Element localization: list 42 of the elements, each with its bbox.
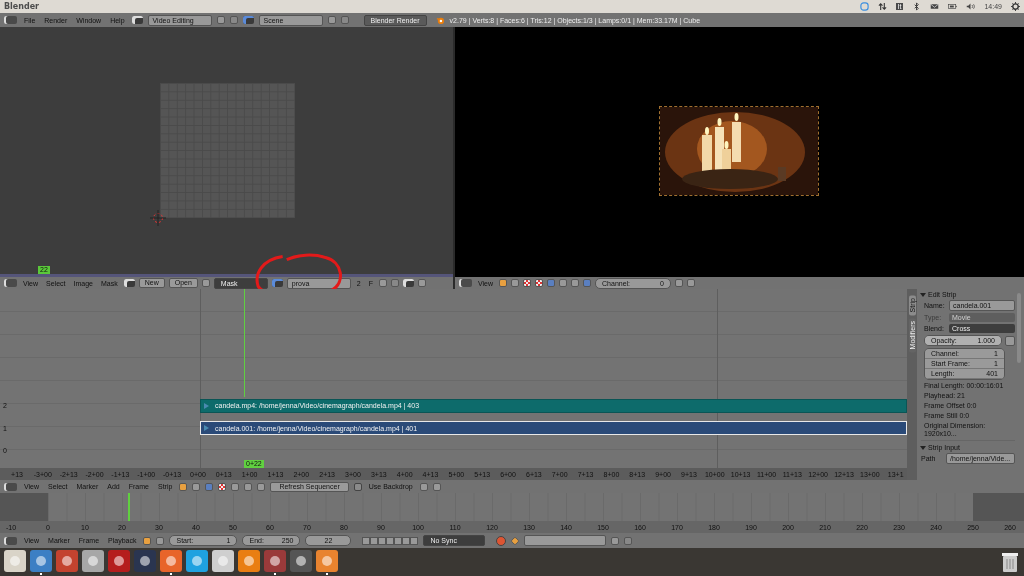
window-title: Blender — [4, 2, 40, 11]
editor-type-icon[interactable] — [459, 279, 472, 287]
app-icon[interactable] — [108, 549, 130, 572]
app-icon[interactable] — [264, 549, 286, 572]
trash-icon[interactable] — [1000, 551, 1020, 573]
mask-browse-icon[interactable] — [271, 279, 283, 287]
crosshair-icon — [150, 210, 166, 226]
scene-icon[interactable] — [242, 16, 254, 24]
editor-type-icon[interactable] — [4, 16, 17, 24]
record-button[interactable] — [496, 535, 507, 546]
app-icon[interactable] — [316, 549, 338, 572]
app-icon[interactable] — [56, 549, 78, 572]
app-icon[interactable] — [82, 549, 104, 572]
battery-icon[interactable] — [948, 2, 958, 11]
image-browse-icon[interactable] — [123, 279, 135, 287]
layout-icon[interactable] — [131, 16, 143, 24]
app-icon[interactable] — [186, 549, 208, 572]
rounded-square-icon[interactable] — [859, 2, 869, 11]
disclosure-icon[interactable] — [920, 445, 926, 450]
app-icon[interactable] — [212, 549, 234, 572]
editor-type-icon[interactable] — [4, 482, 17, 491]
settings-icon[interactable] — [1011, 2, 1020, 11]
app-icon[interactable] — [238, 549, 260, 572]
out-of-range-region — [0, 493, 48, 521]
disclosure-icon[interactable] — [920, 292, 926, 297]
app-icon[interactable] — [290, 549, 312, 572]
app-icon[interactable] — [4, 549, 26, 572]
backdrop-checkbox[interactable] — [353, 482, 362, 491]
pivot-icon[interactable] — [403, 279, 415, 287]
editor-type-icon[interactable] — [4, 279, 17, 287]
volume-icon[interactable] — [966, 2, 976, 11]
app-icon[interactable] — [30, 549, 52, 572]
app-icon[interactable] — [134, 549, 156, 572]
logo-icon — [435, 15, 445, 25]
editor-type-icon[interactable] — [4, 536, 17, 545]
mail-icon[interactable] — [930, 2, 940, 11]
bluetooth-icon[interactable] — [912, 2, 922, 11]
checker-icon[interactable] — [218, 482, 227, 491]
out-of-range-region — [973, 493, 1024, 521]
keying-set-field[interactable] — [524, 535, 607, 546]
app-icon[interactable] — [160, 549, 182, 572]
network-icon[interactable] — [877, 2, 887, 11]
